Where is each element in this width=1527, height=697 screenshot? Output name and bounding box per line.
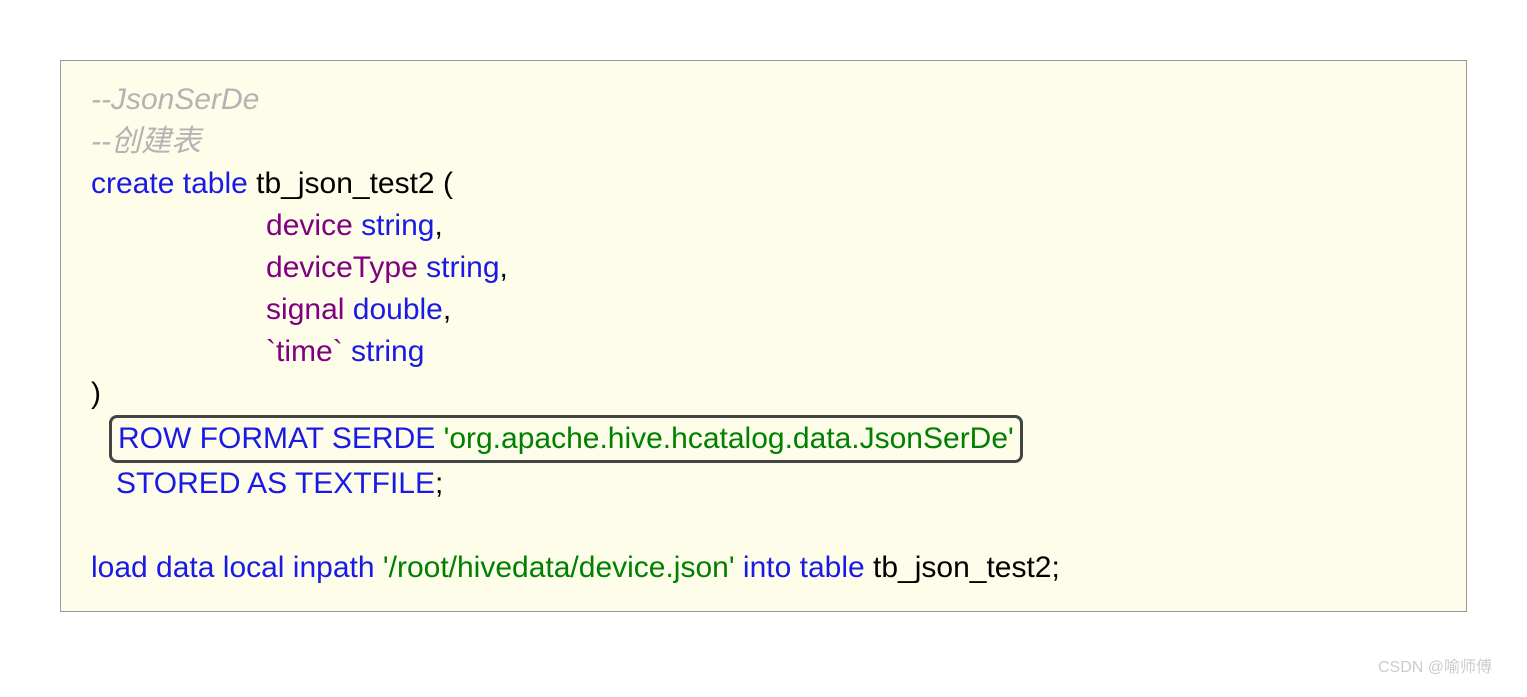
keyword-load-data: load data local inpath: [91, 551, 375, 584]
comment-line-2: --创建表: [91, 125, 201, 158]
keyword-create: create: [91, 167, 174, 200]
highlight-box: ROW FORMAT SERDE 'org.apache.hive.hcatal…: [109, 415, 1023, 463]
close-paren: ): [91, 377, 101, 410]
type-string-1: string: [361, 209, 434, 242]
semicolon-2: ;: [1052, 551, 1060, 584]
semicolon-1: ;: [435, 467, 443, 500]
table-name-ref: tb_json_test2: [873, 551, 1051, 584]
field-signal: signal: [266, 293, 344, 326]
type-string-3: string: [351, 335, 424, 368]
keyword-table: table: [183, 167, 248, 200]
comment-line-1: --JsonSerDe: [91, 83, 259, 116]
keyword-row-format-serde: ROW FORMAT SERDE: [118, 422, 435, 455]
watermark: CSDN @喻师傅: [1378, 653, 1492, 677]
type-string-2: string: [426, 251, 499, 284]
code-content: --JsonSerDe --创建表 create table tb_json_t…: [91, 79, 1436, 589]
path-string: '/root/hivedata/device.json': [383, 551, 735, 584]
field-device: device: [266, 209, 353, 242]
keyword-stored-as-textfile: STORED AS TEXTFILE: [116, 467, 435, 500]
serde-class-string: 'org.apache.hive.hcatalog.data.JsonSerDe…: [444, 422, 1014, 455]
field-devicetype: deviceType: [266, 251, 418, 284]
table-name: tb_json_test2 (: [256, 167, 453, 200]
field-time: `time`: [266, 335, 343, 368]
code-block: --JsonSerDe --创建表 create table tb_json_t…: [60, 60, 1467, 612]
type-double: double: [353, 293, 443, 326]
keyword-into-table: into table: [743, 551, 865, 584]
